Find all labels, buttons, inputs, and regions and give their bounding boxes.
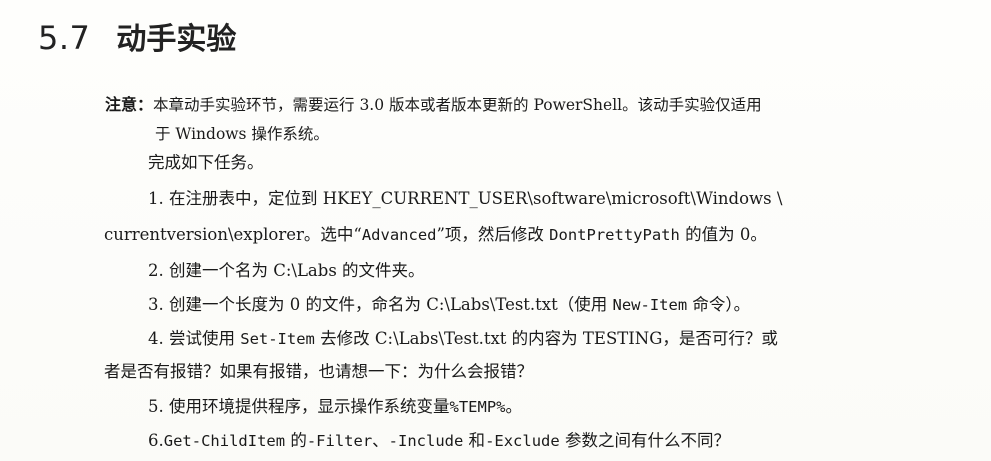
note-label: 注意：	[105, 95, 154, 114]
task-1-text-c: 的值为 0。	[679, 225, 767, 244]
section-number: 5.7	[38, 19, 91, 57]
section-title: 动手实验	[116, 22, 237, 57]
code-include: -Include	[388, 432, 464, 450]
note-block: 注意：本章动手实验环节，需要运行 3.0 版本或者版本更新的 PowerShel…	[105, 90, 925, 149]
task-3: 3. 创建一个长度为 0 的文件，命名为 C:\Labs\Test.txt（使用…	[148, 290, 750, 320]
task-6-text-d: 和	[463, 431, 486, 450]
task-4-line-2: 者是否有报错？如果有报错，也请想一下：为什么会报错？	[104, 362, 533, 381]
task-1-line-1: 1. 在注册表中，定位到 HKEY_CURRENT_USER\software\…	[148, 189, 783, 208]
section-heading: 5.7 动手实验	[38, 14, 236, 60]
code-advanced: Advanced	[361, 226, 437, 244]
task-6-text-e: 参数之间有什么不同？	[559, 431, 730, 450]
task-1-text-b: ”项，然后修改	[436, 225, 550, 244]
task-2: 2. 创建一个名为 C:\Labs 的文件夹。	[148, 261, 425, 280]
task-6-text-c: 、	[372, 431, 389, 450]
task-6-text-b: 的	[285, 431, 307, 450]
intro-text: 完成如下任务。	[148, 153, 264, 172]
task-1-line-2: currentversion\explorer。选中“Advanced”项，然后…	[104, 220, 767, 250]
book-page: 5.7 动手实验 注意：本章动手实验环节，需要运行 3.0 版本或者版本更新的 …	[0, 0, 991, 461]
task-3-text-b: 命令）。	[687, 295, 751, 314]
task-4-line-1: 4. 尝试使用 Set-Item 去修改 C:\Labs\Test.txt 的内…	[148, 324, 778, 354]
task-5: 5. 使用环境提供程序，显示操作系统变量%TEMP%。	[148, 392, 522, 422]
note-text-1: 本章动手实验环节，需要运行 3.0 版本或者版本更新的 PowerShell。该…	[153, 96, 762, 114]
task-4-text-b: 去修改 C:\Labs\Test.txt 的内容为 TESTING，是否可行？或	[314, 329, 778, 348]
code-new-item: New-Item	[612, 296, 688, 314]
task-1-text-a: currentversion\explorer。选中“	[104, 225, 362, 244]
code-exclude: -Exclude	[485, 432, 560, 450]
task-4-text-a: 4. 尝试使用	[148, 329, 241, 348]
note-line-1: 注意：本章动手实验环节，需要运行 3.0 版本或者版本更新的 PowerShel…	[105, 90, 925, 120]
task-5-text-b: 。	[505, 397, 523, 416]
task-5-text-a: 5. 使用环境提供程序，显示操作系统变量	[148, 397, 450, 416]
code-filter: -Filter	[306, 432, 373, 450]
task-6-text-a: 6.	[148, 431, 164, 450]
note-line-2: 于 Windows 操作系统。	[155, 125, 329, 143]
code-get-childitem: Get-ChildItem	[163, 432, 286, 450]
task-3-text-a: 3. 创建一个长度为 0 的文件，命名为 C:\Labs\Test.txt（使用	[148, 295, 613, 314]
task-6: 6.Get-ChildItem 的-Filter、-Include 和-Excl…	[148, 426, 730, 456]
code-set-item: Set-Item	[240, 330, 315, 348]
code-temp: %TEMP%	[449, 398, 506, 416]
code-dontprettypath: DontPrettyPath	[549, 226, 680, 244]
